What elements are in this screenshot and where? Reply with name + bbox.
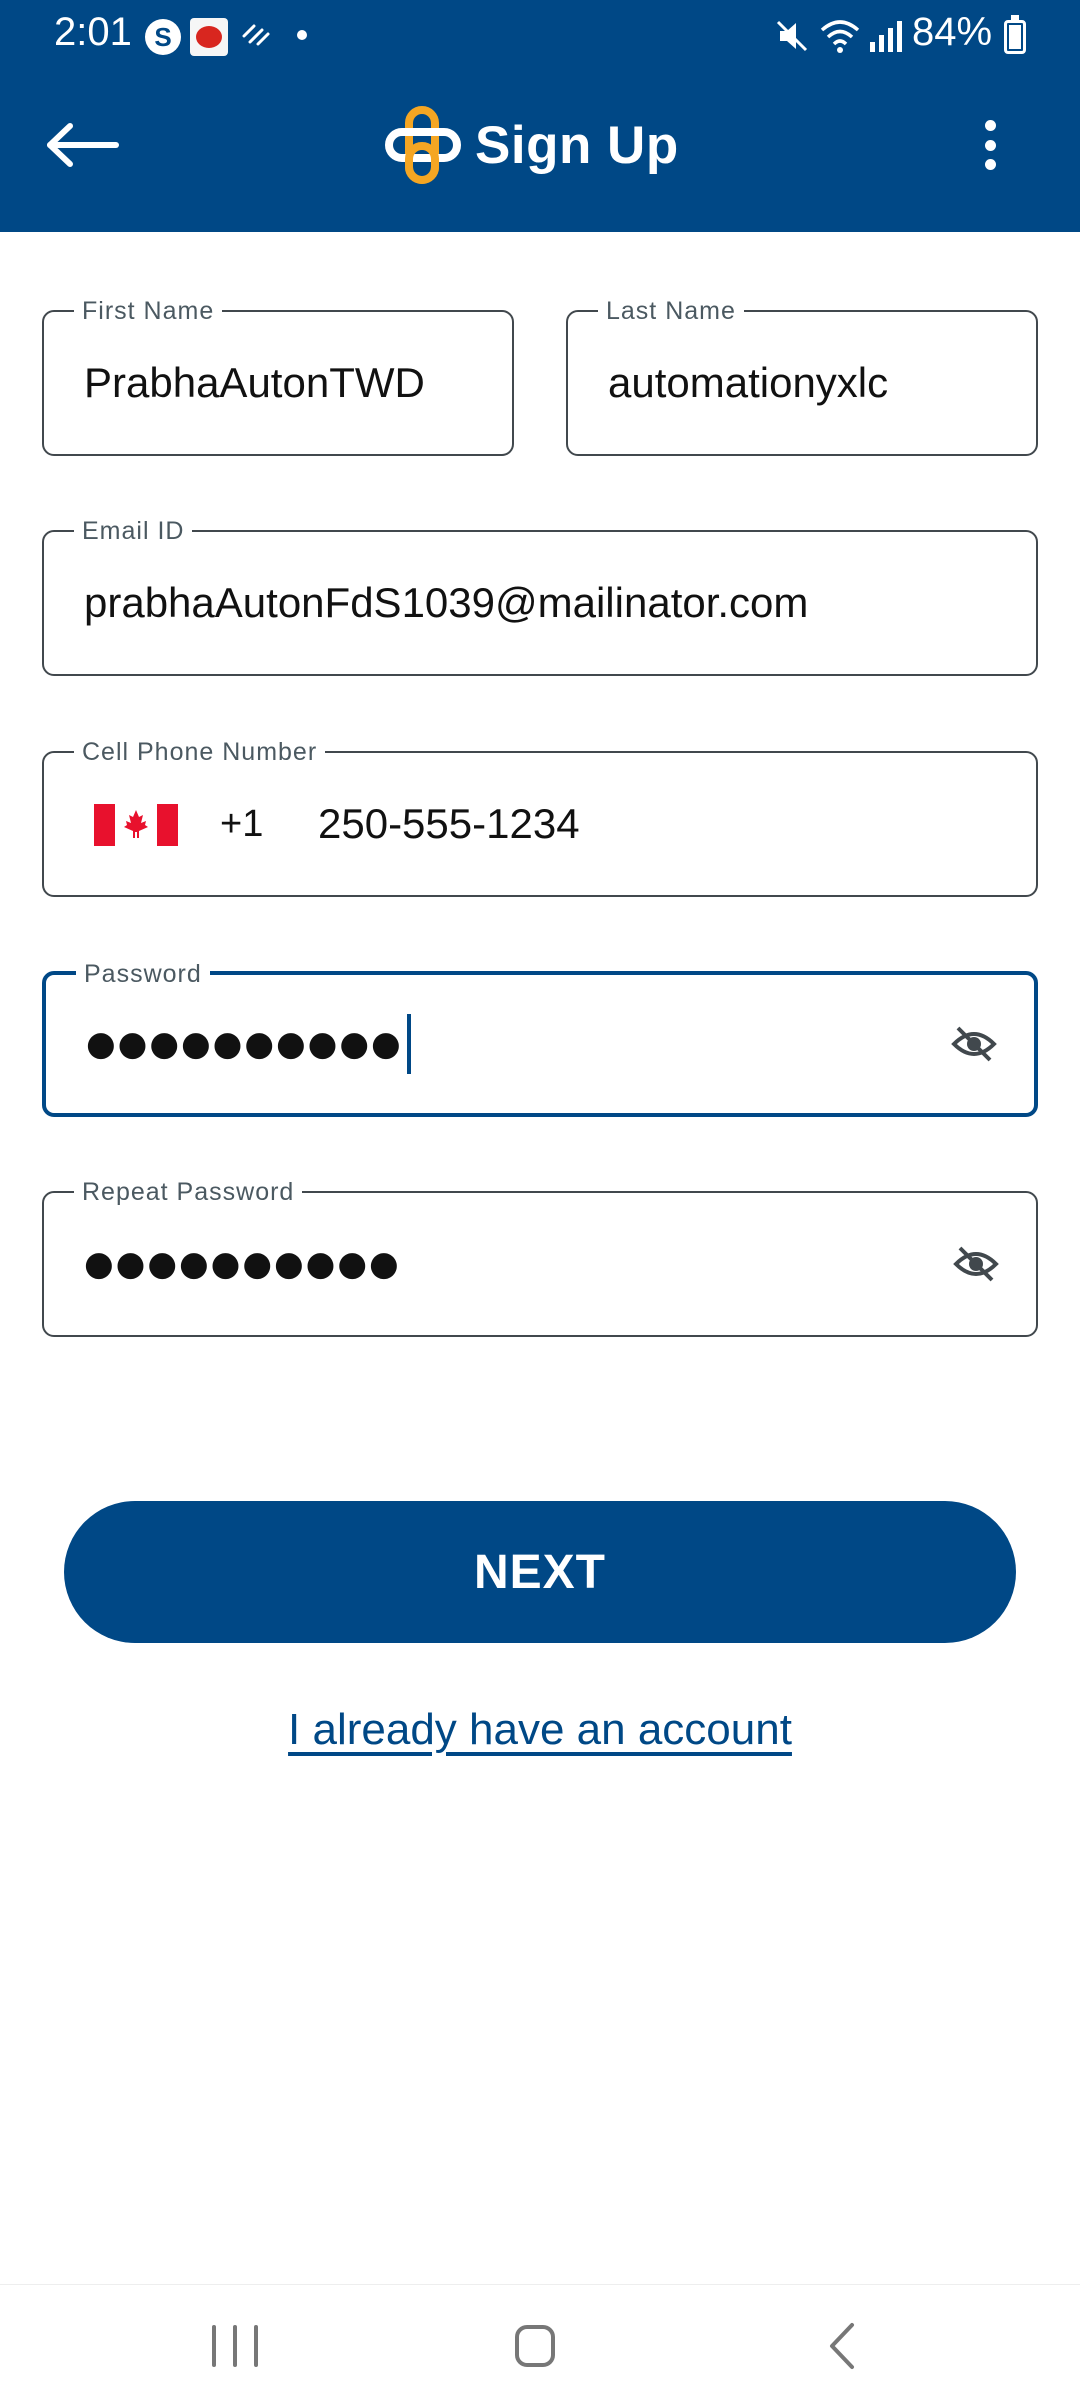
repeat-password-value: ●●●●●●●●●● (84, 1244, 401, 1284)
app-title: Sign Up (385, 100, 679, 190)
status-time: 2:01 (54, 10, 132, 54)
signal-icon (866, 16, 906, 60)
country-code[interactable]: +1 (220, 753, 263, 895)
system-nav-bar (0, 2284, 1080, 2408)
canada-flag-icon[interactable] (94, 804, 178, 846)
nav-back-button[interactable] (822, 2321, 862, 2371)
last-name-value: automationyxlc (608, 359, 889, 406)
first-name-value: PrabhaAutonTWD (84, 359, 425, 406)
battery-percentage: 84% (912, 10, 993, 54)
logo-icon (385, 106, 461, 184)
phone-label: Cell Phone Number (74, 737, 326, 767)
mute-icon (772, 16, 812, 60)
text-cursor (406, 1014, 411, 1074)
recents-button[interactable] (212, 2325, 258, 2367)
password-value: ●●●●●●●●●● (86, 1024, 403, 1064)
app-notification-icon (190, 18, 228, 56)
status-bar: 2:01 S 84% (0, 0, 1080, 70)
login-link[interactable]: I already have an account (0, 1705, 1080, 1755)
eye-off-icon[interactable] (952, 1240, 1000, 1288)
first-name-field[interactable]: First Name PrabhaAutonTWD (42, 296, 514, 456)
email-value: prabhaAutonFdS1039@mailinator.com (84, 579, 809, 626)
notification-icon (240, 16, 274, 58)
repeat-password-field[interactable]: Repeat Password ●●●●●●●●●● (42, 1177, 1038, 1337)
chevron-left-icon (830, 2323, 854, 2369)
last-name-field[interactable]: Last Name automationyxlc (566, 296, 1038, 456)
next-button[interactable]: NEXT (64, 1501, 1016, 1643)
overflow-menu-button[interactable] (970, 112, 1010, 178)
back-button[interactable] (44, 110, 134, 180)
more-notifications-dot (297, 30, 307, 40)
battery-icon (1004, 15, 1026, 54)
app-header: 2:01 S 84% Sign Up (0, 0, 1080, 232)
arrow-left-icon (47, 123, 119, 167)
password-value-wrap: ●●●●●●●●●● (86, 975, 411, 1113)
password-field[interactable]: Password ●●●●●●●●●● (42, 959, 1038, 1117)
repeat-password-value-wrap: ●●●●●●●●●● (84, 1193, 401, 1335)
home-button[interactable] (515, 2325, 555, 2367)
wifi-icon (818, 16, 862, 60)
email-field[interactable]: Email ID prabhaAutonFdS1039@mailinator.c… (42, 516, 1038, 676)
phone-field[interactable]: Cell Phone Number +1 250-555-1234 (42, 737, 1038, 897)
eye-off-icon[interactable] (950, 1020, 998, 1068)
more-vertical-icon (984, 120, 996, 131)
page-title: Sign Up (475, 115, 679, 175)
skype-icon: S (145, 19, 181, 55)
phone-value: 250-555-1234 (318, 800, 580, 847)
